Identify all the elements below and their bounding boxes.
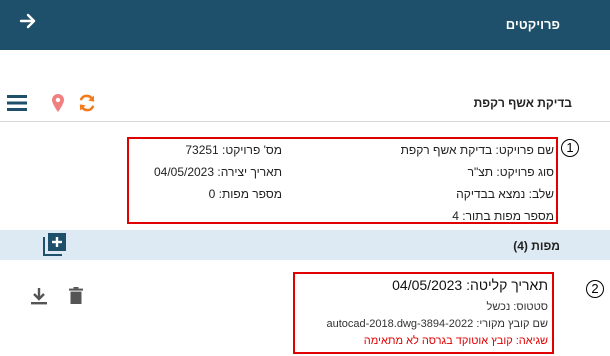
arrow-right-icon[interactable]: [18, 11, 38, 31]
queued-maps: מספר מפות בתור: 4: [452, 209, 554, 223]
location-pin-icon[interactable]: [52, 94, 64, 112]
project-number: מס' פרויקט: 73251: [185, 143, 282, 157]
project-header: בדיקת אשף רקפת: [0, 82, 610, 122]
import-date: תאריך קליטה: 04/05/2023: [392, 277, 548, 293]
trash-icon[interactable]: [69, 287, 83, 304]
project-stage: שלב: נמצא בבדיקה: [456, 187, 554, 201]
creation-date: תאריך יצירה: 04/05/2023: [153, 165, 282, 179]
maps-label: מפות (4): [513, 239, 560, 253]
menu-icon[interactable]: [7, 95, 27, 111]
maps-count: מספר מפות: 0: [208, 187, 282, 201]
annotation-badge-2: 2: [586, 280, 604, 298]
file-status: סטטוס: נכשל: [486, 301, 548, 313]
add-layer-icon[interactable]: [42, 231, 68, 257]
project-type: סוג פרויקט: תצ"ר: [467, 165, 554, 179]
download-icon[interactable]: [30, 287, 48, 305]
page-title: פרויקטים: [505, 17, 560, 32]
source-file-name: שם קובץ מקורי: autocad-2018.dwg-3894-202…: [326, 318, 549, 330]
project-name: שם פרויקט: בדיקת אשף רקפת: [400, 143, 554, 157]
error-message: שגיאה: קובץ אוטוקד בגרסה לא מתאימה: [363, 335, 548, 347]
annotation-badge-1: 1: [561, 139, 579, 157]
top-bar: פרויקטים: [0, 0, 610, 50]
project-title: בדיקת אשף רקפת: [473, 96, 572, 110]
refresh-icon[interactable]: [78, 94, 96, 112]
maps-bar: מפות (4): [0, 230, 610, 260]
